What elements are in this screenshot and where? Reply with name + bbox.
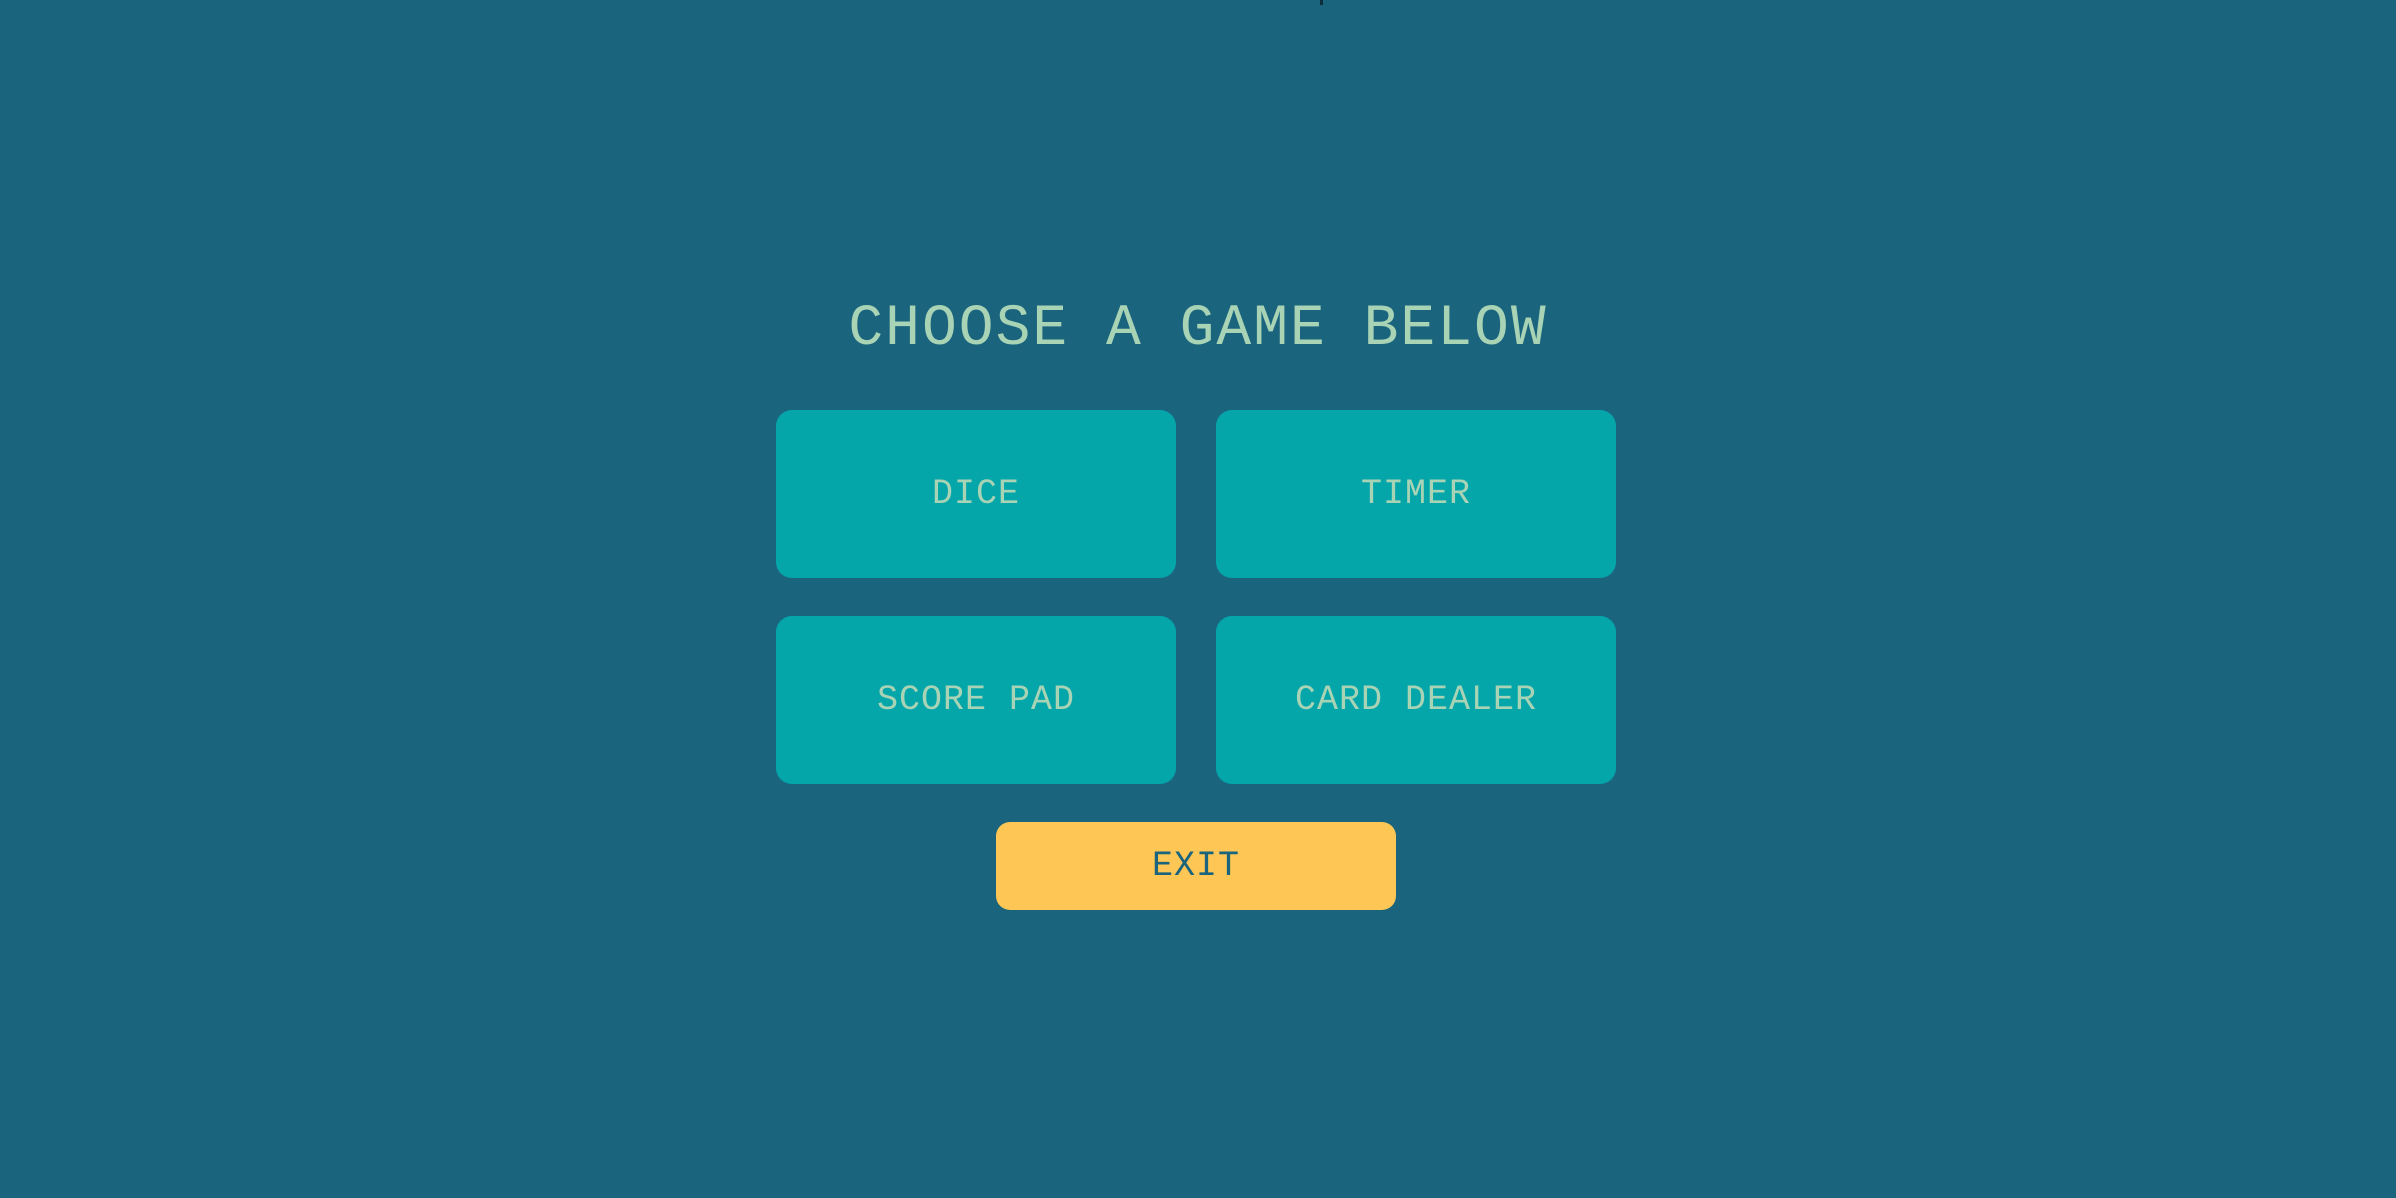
- page-title: CHOOSE A GAME BELOW: [848, 297, 1548, 362]
- timer-button[interactable]: TIMER: [1216, 410, 1616, 578]
- score-pad-button[interactable]: SCORE PAD: [776, 616, 1176, 784]
- cursor-mark: [1320, 0, 1323, 5]
- dice-button[interactable]: DICE: [776, 410, 1176, 578]
- timer-button-label: TIMER: [1360, 474, 1472, 514]
- card-dealer-button-label: CARD DEALER: [1294, 680, 1538, 720]
- dice-button-label: DICE: [931, 474, 1020, 514]
- exit-button-label: EXIT: [1151, 846, 1240, 886]
- exit-button[interactable]: EXIT: [996, 822, 1396, 910]
- score-pad-button-label: SCORE PAD: [876, 680, 1076, 720]
- card-dealer-button[interactable]: CARD DEALER: [1216, 616, 1616, 784]
